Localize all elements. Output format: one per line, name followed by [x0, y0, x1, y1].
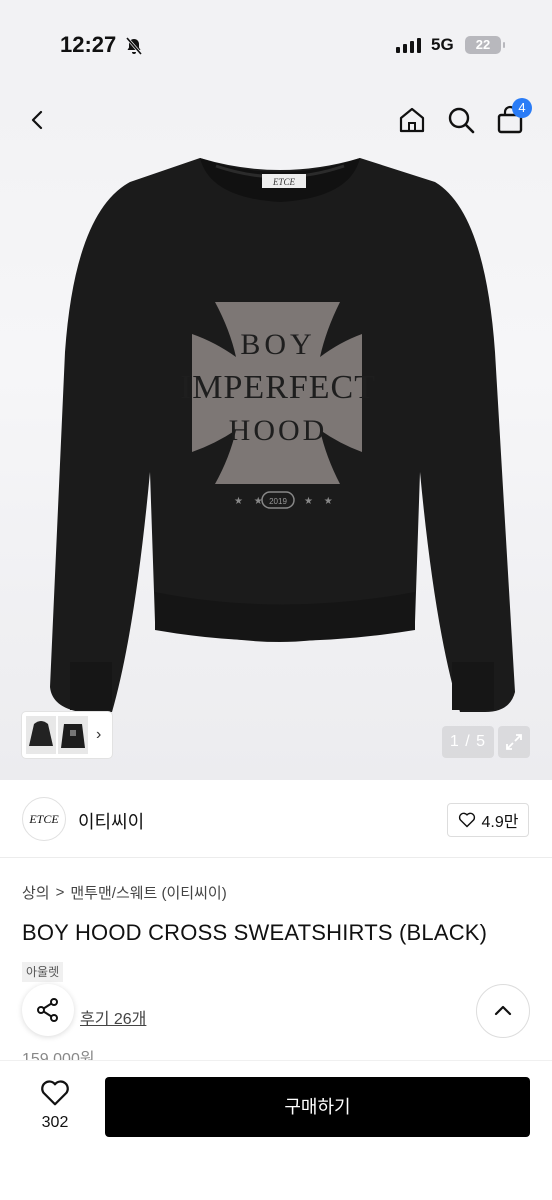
back-button[interactable]: [18, 100, 58, 140]
top-nav: 4: [0, 90, 552, 150]
status-time: 12:27: [60, 32, 117, 57]
battery-icon: 22: [465, 36, 505, 54]
status-bar: 12:27 5G 22: [0, 0, 552, 90]
share-icon: [37, 998, 58, 1022]
cart-button[interactable]: 4: [490, 98, 532, 140]
thumbnail-sweatshirt[interactable]: [58, 716, 88, 754]
expand-icon: [506, 734, 522, 750]
print-top-text: BOY: [240, 328, 315, 361]
search-button[interactable]: [441, 100, 481, 140]
thumbnail-strip[interactable]: ›: [22, 712, 112, 758]
wishlist-count: 302: [41, 1114, 69, 1131]
buy-button[interactable]: 구매하기: [105, 1077, 530, 1137]
chevron-left-icon: [31, 110, 43, 130]
scroll-top-button[interactable]: [476, 984, 530, 1038]
breadcrumb-category[interactable]: 상의: [22, 882, 50, 903]
bell-off-icon: [125, 37, 143, 55]
chevron-up-icon: [494, 1005, 512, 1016]
breadcrumb: 상의 > 맨투맨/스웨트 (이티씨이): [22, 882, 227, 903]
outlet-badge: 아울렛: [22, 962, 64, 982]
share-button[interactable]: [22, 984, 74, 1036]
neck-label-text: ETCE: [272, 177, 296, 187]
wishlist-button[interactable]: 302: [30, 1079, 80, 1132]
print-year-text: 2019: [269, 497, 287, 506]
brand-logo[interactable]: ETCE: [22, 797, 66, 841]
search-icon: [448, 107, 475, 134]
breadcrumb-separator: >: [55, 884, 65, 901]
heart-icon: [458, 812, 475, 828]
heart-icon: [41, 1080, 69, 1106]
reviews-link[interactable]: 후기 26개: [80, 1005, 146, 1029]
thumbnail-hoodie[interactable]: [26, 716, 56, 754]
brand-like-count: 4.9만: [481, 814, 519, 831]
signal-icon: [396, 38, 421, 53]
product-title: BOY HOOD CROSS SWEATSHIRTS (BLACK): [22, 920, 488, 945]
price-text: 159,000원: [22, 1051, 95, 1060]
home-icon: [399, 107, 425, 133]
print-mid-text: IMPERFECT: [180, 369, 376, 406]
sweatshirt-image: ETCE BOY IMPERFECT HOOD ★ ★ ★ ★ 2019: [50, 158, 515, 712]
fullscreen-button[interactable]: [498, 726, 530, 758]
brand-row[interactable]: ETCE 이티씨이 4.9만: [0, 780, 552, 858]
print-bottom-text: HOOD: [229, 414, 328, 447]
image-counter: 1 / 5: [442, 726, 494, 758]
breadcrumb-subcategory[interactable]: 맨투맨/스웨트 (이티씨이): [70, 882, 226, 903]
cart-count-badge: 4: [512, 98, 532, 118]
network-type: 5G: [431, 35, 454, 54]
svg-text:★ ★: ★ ★: [304, 496, 337, 507]
thumbnail-next-icon[interactable]: ›: [96, 726, 101, 744]
product-image-gallery[interactable]: 4 ETCE BOY IMPERFECT HOOD ★ ★ ★ ★ 2019 ›…: [0, 90, 552, 780]
home-button[interactable]: [392, 100, 432, 140]
bottom-action-bar: 302 구매하기: [0, 1060, 552, 1200]
brand-name[interactable]: 이티씨이: [78, 808, 144, 834]
brand-like-button[interactable]: 4.9만: [447, 803, 529, 837]
